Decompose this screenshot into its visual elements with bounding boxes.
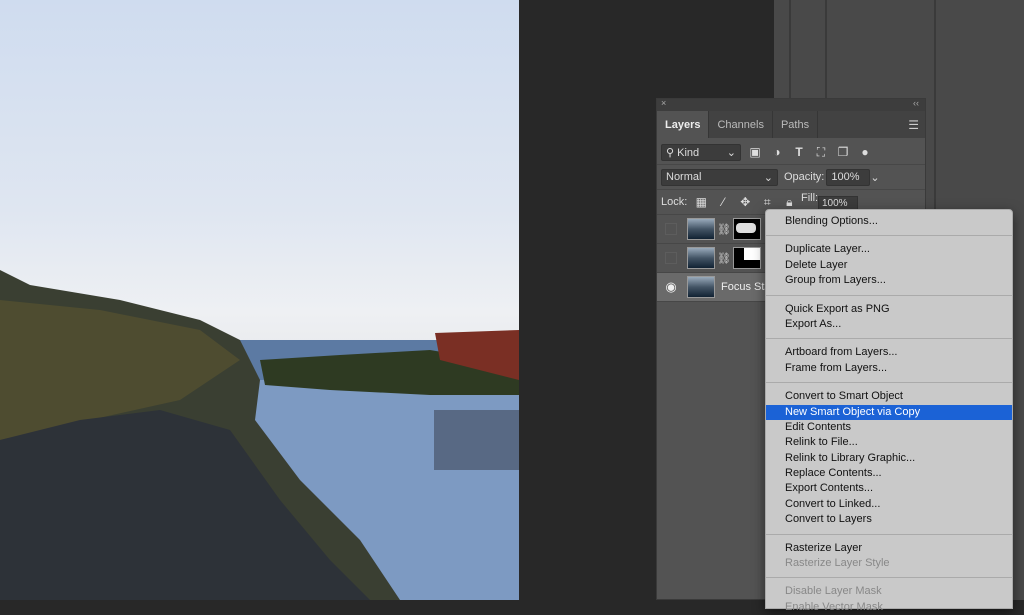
menu-item-group-from-layers[interactable]: Group from Layers... [766,273,1012,288]
opacity-input[interactable]: 100% [826,168,871,186]
lock-artboard-icon[interactable]: ⌗ [759,195,775,210]
filter-shape-icon[interactable]: ⛶ [813,145,829,160]
filter-toggle-icon[interactable]: ● [857,145,873,159]
menu-item-edit-contents[interactable]: Edit Contents [766,420,1012,435]
panel-menu-icon[interactable]: ☰ [908,118,919,132]
filter-pixel-icon[interactable]: ▣ [747,145,763,159]
lock-transparent-icon[interactable]: ▦ [693,195,709,209]
menu-item-enable-vector-mask: Enable Vector Mask [785,600,883,613]
menu-item-disable-layer-mask: Disable Layer Mask [785,585,882,598]
document-canvas-photo [0,0,519,600]
menu-item-frame-from-layers[interactable]: Frame from Layers... [766,361,1012,376]
tab-paths[interactable]: Paths [773,111,819,138]
lock-position-icon[interactable]: ✥ [737,195,753,209]
menu-item-blending-options[interactable]: Blending Options... [766,214,1012,229]
lock-label: Lock: [661,196,688,208]
close-icon[interactable]: × [661,98,666,108]
menu-separator [766,533,1012,535]
search-icon: ⚲ [666,146,675,159]
chevron-down-icon: ⌄ [763,171,773,184]
layer-mask-thumbnail[interactable] [732,218,761,240]
menu-separator [766,338,1012,340]
menu-item-convert-to-layers[interactable]: Convert to Layers [766,512,1012,527]
lock-paint-icon[interactable]: ⁄ [715,195,731,209]
menu-separator [766,382,1012,384]
blend-row: Normal ⌄ Opacity: 100% ⌄ [657,165,925,190]
chevron-down-icon[interactable]: ⌄ [870,171,879,184]
menu-item-export-as[interactable]: Export As... [766,317,1012,332]
chevron-down-icon: ⌄ [726,146,736,159]
menu-item-replace-contents[interactable]: Replace Contents... [766,466,1012,481]
layer-context-menu: Blending Options... Duplicate Layer... Del… [765,209,1013,613]
menu-item-rasterize-layer-style: Rasterize Layer Style [785,557,890,570]
tab-layers[interactable]: Layers [657,111,710,138]
menu-item-convert-to-smart-object[interactable]: Convert to Smart Object [766,389,1012,404]
filter-row: ⚲ Kind ⌄ ▣ ◑ T ⛶ ❐ ● [657,140,925,165]
menu-item-convert-to-linked[interactable]: Convert to Linked... [766,497,1012,512]
menu-separator [766,577,1012,579]
menu-item-relink-to-library-graphic[interactable]: Relink to Library Graphic... [766,451,1012,466]
menu-item-artboard-from-layers[interactable]: Artboard from Layers... [766,345,1012,360]
link-icon[interactable]: ⛓ [717,252,731,265]
filter-kind-select[interactable]: ⚲ Kind ⌄ [661,143,741,161]
lock-all-icon[interactable]: 🔒︎ [781,195,797,210]
layer-mask-thumbnail[interactable] [732,247,761,269]
layer-thumbnail [687,276,715,298]
menu-item-new-smart-object-via-copy[interactable]: New Smart Object via Copy [766,404,1012,420]
layer-name[interactable]: Focus Sta [721,281,771,293]
filter-smart-object-icon[interactable]: ❐ [835,145,851,159]
landscape-image [0,270,519,600]
visibility-toggle[interactable] [665,223,677,235]
menu-item-export-contents[interactable]: Export Contents... [766,481,1012,496]
panel-tabs: Layers Channels Paths ☰ [657,111,925,138]
blend-mode-value: Normal [666,171,702,183]
menu-item-quick-export-as-png[interactable]: Quick Export as PNG [766,302,1012,317]
filter-type-icon[interactable]: T [791,145,807,159]
opacity-label: Opacity: [784,171,825,183]
menu-separator [766,235,1012,237]
menu-item-delete-layer[interactable]: Delete Layer [766,258,1012,273]
tab-channels[interactable]: Channels [709,111,773,138]
menu-item-relink-to-file[interactable]: Relink to File... [766,435,1012,450]
filter-adjustment-icon[interactable]: ◑ [769,145,785,159]
filter-kind-value: Kind [677,146,700,159]
eye-icon[interactable]: ◉ [657,279,685,295]
link-icon[interactable]: ⛓ [717,223,731,236]
menu-separator [766,294,1012,296]
layer-thumbnail [687,247,715,269]
panel-header[interactable]: × ‹‹ [657,98,925,111]
menu-item-duplicate-layer[interactable]: Duplicate Layer... [766,242,1012,257]
layer-thumbnail [687,218,715,240]
blend-mode-select[interactable]: Normal ⌄ [661,168,778,186]
fill-label: Fill: [801,192,819,204]
menu-item-rasterize-layer[interactable]: Rasterize Layer [766,541,1012,556]
collapse-icon[interactable]: ‹‹ [913,98,919,108]
visibility-toggle[interactable] [665,252,677,264]
